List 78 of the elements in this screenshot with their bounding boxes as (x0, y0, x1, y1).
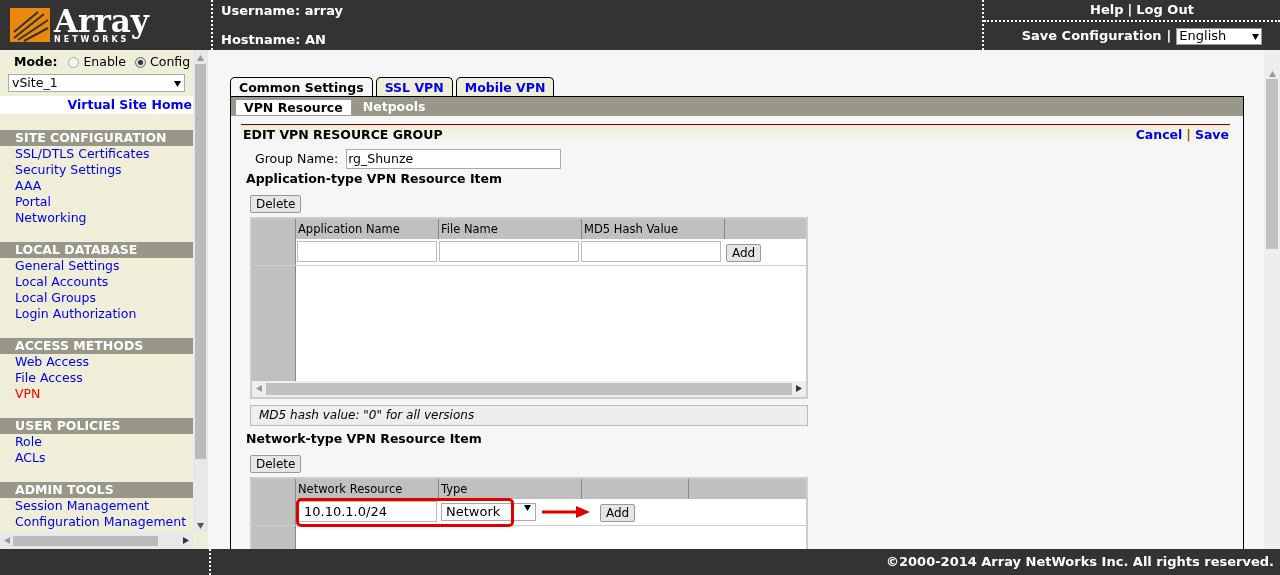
column-header: Application Name (296, 218, 439, 239)
radio-button[interactable] (68, 56, 80, 68)
caret-icon (1252, 32, 1260, 40)
logo-icon (10, 8, 50, 42)
radio-label: Config (150, 52, 191, 71)
column-header: Type (439, 478, 582, 499)
language-select[interactable]: English (1176, 27, 1263, 45)
sidebar-link[interactable]: Portal (15, 194, 51, 209)
caret-icon (524, 503, 531, 511)
column-header: MD5 Hash Value (582, 218, 725, 239)
sidebar-link[interactable]: Web Access (15, 354, 90, 369)
sidebar-link[interactable]: ACLs (15, 450, 46, 465)
delete-button[interactable]: Delete (250, 194, 302, 213)
sidebar-link[interactable]: General Settings (15, 258, 120, 273)
section-header: USER POLICIES (0, 418, 193, 434)
table-input-field[interactable] (439, 241, 579, 263)
tab[interactable]: SSL VPN (375, 77, 453, 96)
separator: | (1127, 1, 1133, 20)
section-title: Network-type VPN Resource Item (245, 429, 483, 448)
mode-label: Mode: (14, 52, 58, 71)
hostname-label: Hostname: AN (221, 30, 327, 49)
table-input-field[interactable] (581, 241, 721, 263)
tab[interactable]: Mobile VPN (455, 77, 555, 96)
scroll-left-icon (255, 385, 262, 393)
arrow-drawing (542, 505, 590, 518)
sidebar-link[interactable]: SSL/DTLS Certificates (15, 146, 150, 161)
site-select[interactable]: vSite_1 (8, 74, 185, 92)
scroll-right-icon (796, 385, 803, 393)
scroll-right-icon (183, 537, 190, 544)
separator: | (1166, 27, 1172, 46)
sidebar-link[interactable]: File Access (15, 370, 83, 385)
type-select[interactable]: Network (441, 502, 536, 521)
sidebar-link[interactable]: Login Authorization (15, 306, 137, 321)
sidebar-link[interactable]: Role (15, 434, 42, 449)
save-configuration-link[interactable]: Save Configuration (1021, 26, 1162, 46)
scroll-up-icon (197, 53, 204, 61)
network-resource-field[interactable]: 10.10.1.0/24 (297, 501, 437, 522)
section-header: ADMIN TOOLS (0, 482, 193, 498)
scrollbar-thumb[interactable] (1266, 79, 1278, 249)
section-header: LOCAL DATABASE (0, 242, 193, 258)
section-title: Application-type VPN Resource Item (245, 170, 504, 188)
scroll-left-icon (3, 537, 10, 544)
scrollbar-thumb[interactable] (266, 382, 792, 395)
sidebar-link[interactable]: Security Settings (15, 162, 122, 177)
header-link[interactable]: Log Out (1136, 0, 1194, 20)
sidebar-link[interactable]: Session Management (15, 498, 149, 513)
action-link[interactable]: Cancel (1135, 125, 1183, 145)
delete-button[interactable]: Delete (250, 454, 302, 473)
section-header: SITE CONFIGURATION (0, 130, 193, 146)
header-link[interactable]: Help (1090, 0, 1124, 20)
group-name-label: Group Name: (255, 149, 339, 168)
subtab[interactable]: VPN Resource (235, 99, 352, 116)
radio-button[interactable] (135, 56, 147, 68)
caret-icon (174, 79, 181, 87)
sidebar-link[interactable]: Networking (15, 210, 87, 225)
group-name-field[interactable]: rg_Shunze (346, 149, 562, 169)
hint-note: MD5 hash value: "0" for all versions (250, 404, 808, 426)
scroll-up-icon (1268, 70, 1276, 77)
sidebar-link[interactable]: Configuration Management (15, 514, 187, 529)
radio-label: Enable (83, 52, 127, 71)
tab[interactable]: Common Settings (230, 77, 373, 96)
scroll-down-icon (197, 521, 204, 529)
copyright-text: ©2000-2014 Array NetWorks Inc. All rights reserved. (886, 553, 1274, 572)
sidebar-link[interactable]: AAA (15, 178, 42, 193)
form-title: EDIT VPN RESOURCE GROUP (243, 125, 443, 144)
sidebar-link[interactable]: Local Groups (15, 290, 96, 305)
separator: | (1186, 125, 1191, 144)
scrollbar-thumb[interactable] (195, 64, 206, 459)
column-header: Network Resource (296, 478, 439, 499)
add-button[interactable]: Add (726, 243, 762, 262)
action-link[interactable]: Save (1194, 125, 1229, 145)
add-button[interactable]: Add (600, 503, 636, 522)
scrollbar-thumb[interactable] (13, 535, 158, 546)
table-input-field[interactable] (297, 241, 437, 263)
column-header: File Name (439, 218, 582, 239)
username-label: Username: array (221, 2, 345, 20)
sidebar-link[interactable]: Local Accounts (15, 274, 109, 289)
section-header: ACCESS METHODS (0, 338, 193, 354)
